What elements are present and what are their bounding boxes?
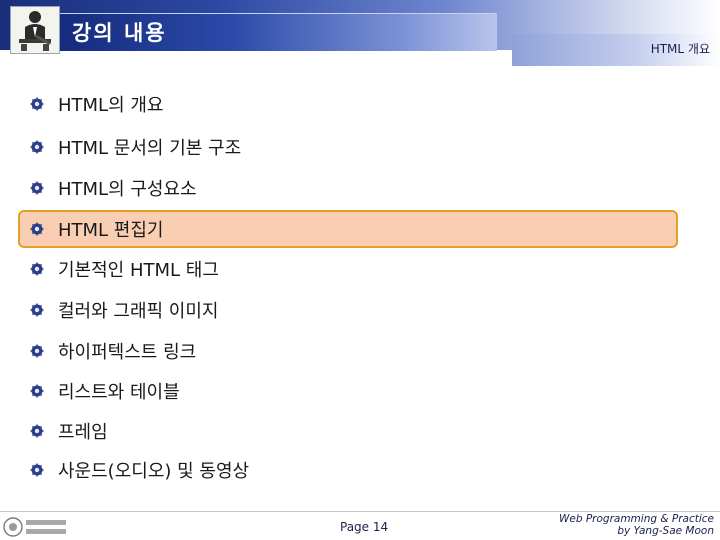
list-item-label: 리스트와 테이블	[58, 382, 180, 403]
list-item-label: HTML의 구성요소	[58, 179, 197, 200]
gear-bullet-icon	[30, 303, 44, 317]
list-item: HTML의 개요	[24, 86, 164, 122]
gear-bullet-icon	[30, 262, 44, 276]
university-logo-icon	[3, 517, 66, 537]
slide-header: 강의 내용 HTML 개요	[0, 0, 720, 66]
list-item-label: HTML 문서의 기본 구조	[58, 138, 242, 159]
credit-course: Web Programming & Practice	[558, 513, 714, 525]
gear-bullet-icon	[30, 384, 44, 398]
gear-bullet-icon	[30, 140, 44, 154]
list-item-label: 하이퍼텍스트 링크	[58, 342, 197, 363]
gear-bullet-icon	[30, 97, 44, 111]
gear-bullet-icon	[30, 181, 44, 195]
list-item-label: HTML 편집기	[58, 220, 164, 241]
gear-bullet-icon	[30, 344, 44, 358]
gear-bullet-icon	[30, 222, 44, 236]
section-label: HTML 개요	[650, 42, 710, 56]
list-item: 하이퍼텍스트 링크	[24, 333, 196, 369]
list-item: 사운드(오디오) 및 동영상	[24, 452, 249, 488]
list-item: HTML 문서의 기본 구조	[24, 129, 241, 165]
list-item-label: 기본적인 HTML 태그	[58, 260, 219, 281]
page-number: Page 14	[340, 520, 389, 534]
list-item: 프레임	[24, 413, 108, 449]
list-item-label: HTML의 개요	[58, 95, 164, 116]
footer-credits: Web Programming & Practice by Yang-Sae M…	[559, 513, 714, 537]
list-item-label: 사운드(오디오) 및 동영상	[58, 461, 250, 482]
list-item-highlighted: HTML 편집기	[18, 210, 678, 248]
gear-bullet-icon	[30, 463, 44, 477]
list-item: 리스트와 테이블	[24, 373, 180, 409]
list-item: 컬러와 그래픽 이미지	[24, 292, 218, 328]
credit-author: by Yang-Sae Moon	[617, 525, 714, 537]
footer-divider	[0, 511, 720, 512]
slide-title: 강의 내용	[72, 21, 167, 45]
list-item: 기본적인 HTML 태그	[24, 251, 219, 287]
gear-bullet-icon	[30, 424, 44, 438]
list-item-label: 프레임	[58, 422, 108, 443]
list-item: HTML의 구성요소	[24, 170, 197, 206]
list-item-label: 컬러와 그래픽 이미지	[58, 301, 219, 322]
teacher-logo-icon	[10, 6, 60, 54]
